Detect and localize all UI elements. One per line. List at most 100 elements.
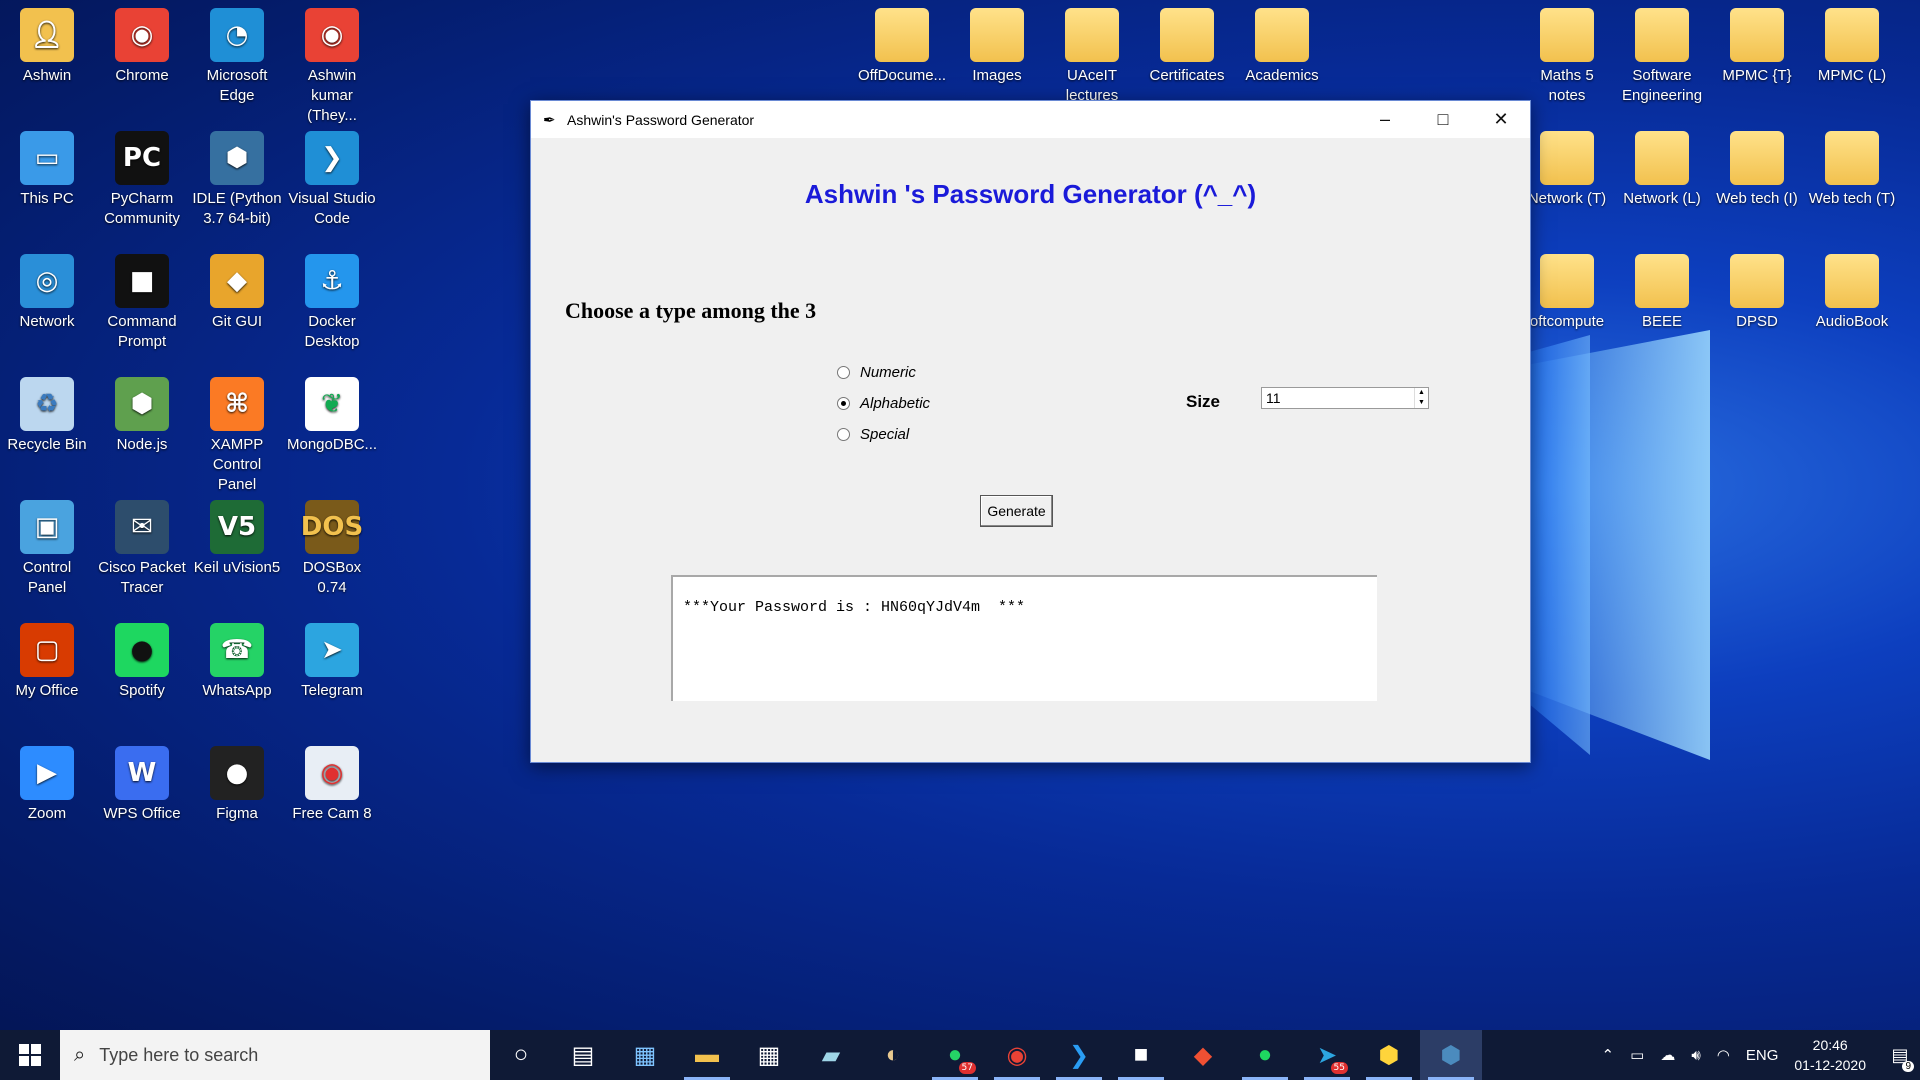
close-button[interactable]: ✕ — [1472, 101, 1530, 138]
clock-time: 20:46 — [1812, 1037, 1848, 1053]
desktop-icon[interactable]: DOS DOSBox 0.74 — [285, 492, 379, 598]
desktop-icon[interactable]: W WPS Office — [95, 738, 189, 824]
edge-icon: ◔ — [210, 8, 264, 62]
desktop-folder[interactable]: Maths 5 notes — [1520, 0, 1614, 106]
chevron-up-icon[interactable]: ⌃ — [1602, 1046, 1615, 1064]
search-box[interactable]: ⌕ Type here to search — [60, 1030, 490, 1080]
desktop-folder[interactable]: oftcompute — [1520, 246, 1614, 332]
size-value[interactable]: 11 — [1262, 388, 1414, 408]
desktop-icon[interactable]: V5 Keil uVision5 — [190, 492, 284, 578]
desktop-icon[interactable]: ▢ My Office — [0, 615, 94, 701]
python-app-taskbar-icon[interactable]: ⬢ — [1420, 1030, 1482, 1080]
recycle-bin-icon: ♻︎ — [20, 377, 74, 431]
title-bar[interactable]: ✒ Ashwin's Password Generator – □ ✕ — [531, 101, 1530, 138]
maximize-button[interactable]: □ — [1414, 101, 1472, 138]
battery-icon[interactable]: ▭ — [1630, 1046, 1644, 1064]
radio-special[interactable]: Special — [837, 426, 909, 443]
radio-alphabetic[interactable]: Alphabetic — [837, 395, 930, 412]
spin-up-icon[interactable]: ▲ — [1415, 388, 1428, 398]
desktop-icon[interactable]: ◉ Chrome — [95, 0, 189, 86]
desktop-folder[interactable]: UAceIT lectures — [1045, 0, 1139, 106]
desktop-folder[interactable]: DPSD — [1710, 246, 1804, 332]
desktop-icon[interactable]: ⬢ IDLE (Python 3.7 64-bit) — [190, 123, 284, 229]
window-title: Ashwin's Password Generator — [567, 111, 755, 128]
desktop-icon[interactable]: ⬢ Node.js — [95, 369, 189, 455]
desktop-icon-label: Free Cam 8 — [292, 805, 372, 822]
git-taskbar-icon[interactable]: ◆ — [1172, 1030, 1234, 1080]
desktop-icon[interactable]: ◔ Microsoft Edge — [190, 0, 284, 106]
desktop-icon[interactable]: ☎︎ WhatsApp — [190, 615, 284, 701]
sticky-icon[interactable]: ▰ — [800, 1030, 862, 1080]
clock[interactable]: 20:46 01-12-2020 — [1794, 1035, 1866, 1075]
feather-icon: ✒ — [543, 111, 556, 129]
language-indicator[interactable]: ENG — [1746, 1047, 1779, 1064]
app-heading: Ashwin 's Password Generator (^_^) — [804, 179, 1257, 209]
generate-button[interactable]: Generate — [980, 495, 1053, 527]
desktop-folder[interactable]: OffDocume... — [855, 0, 949, 86]
store-icon[interactable]: ▦ — [614, 1030, 676, 1080]
desktop-folder[interactable]: Software Engineering — [1615, 0, 1709, 106]
folder-icon — [1825, 131, 1879, 185]
radio-alphabetic-circle[interactable] — [837, 397, 850, 410]
desktop-icon[interactable]: ■ Command Prompt — [95, 246, 189, 352]
whatsapp-taskbar-icon[interactable]: ● 57 — [924, 1030, 986, 1080]
notification-center-icon[interactable]: ▤ 9 — [1880, 1045, 1920, 1072]
desktop-icon[interactable]: ♻︎ Recycle Bin — [0, 369, 94, 455]
file-explorer-icon[interactable]: ▬ — [676, 1030, 738, 1080]
desktop-icon[interactable]: ◎ Network — [0, 246, 94, 332]
size-spinbox[interactable]: 11 ▲ ▼ — [1261, 387, 1429, 409]
onedrive-icon[interactable]: ☁ — [1660, 1046, 1675, 1064]
desktop-icon[interactable]: ◆ Git GUI — [190, 246, 284, 332]
paint-icon[interactable]: ◐ — [862, 1030, 924, 1080]
desktop-icon[interactable]: ⌘ XAMPP Control Panel — [190, 369, 284, 495]
desktop-folder[interactable]: Academics — [1235, 0, 1329, 86]
password-output[interactable]: ***Your Password is : HN60qYJdV4m *** — [671, 575, 1377, 701]
desktop-icon[interactable]: ▶︎ Zoom — [0, 738, 94, 824]
radio-numeric-circle[interactable] — [837, 366, 850, 379]
desktop-folder[interactable]: Network (L) — [1615, 123, 1709, 209]
desktop-icon[interactable]: ▣ Control Panel — [0, 492, 94, 598]
desktop-icon[interactable]: ✉︎ Cisco Packet Tracer — [95, 492, 189, 598]
desktop-icon-label: Ashwin kumar (They... — [307, 67, 357, 124]
desktop-folder[interactable]: Images — [950, 0, 1044, 86]
desktop-folder[interactable]: Web tech (T) — [1805, 123, 1899, 209]
desktop-icon[interactable]: ⚓︎ Docker Desktop — [285, 246, 379, 352]
vscode-taskbar-icon[interactable]: ❯ — [1048, 1030, 1110, 1080]
desktop-icon[interactable]: ❦ MongoDBC... — [285, 369, 379, 455]
desktop-icon[interactable]: ◉ Free Cam 8 — [285, 738, 379, 824]
desktop-folder[interactable]: AudioBook — [1805, 246, 1899, 332]
spotify-taskbar-icon[interactable]: ● — [1234, 1030, 1296, 1080]
chrome-taskbar-icon[interactable]: ◉ — [986, 1030, 1048, 1080]
desktop-folder[interactable]: Certificates — [1140, 0, 1234, 86]
radio-special-circle[interactable] — [837, 428, 850, 441]
task-view-icon[interactable]: ▤ — [552, 1030, 614, 1080]
volume-icon[interactable]: 🔊︎ — [1691, 1047, 1700, 1064]
terminal-taskbar-icon[interactable]: ■ — [1110, 1030, 1172, 1080]
desktop-folder[interactable]: Network (T) — [1520, 123, 1614, 209]
computer-icon: ▭ — [20, 131, 74, 185]
desktop-icon[interactable]: 👤︎ Ashwin — [0, 0, 94, 86]
telegram-taskbar-icon[interactable]: ➤ 55 — [1296, 1030, 1358, 1080]
spin-arrows[interactable]: ▲ ▼ — [1414, 388, 1428, 408]
desktop-folder[interactable]: MPMC (L) — [1805, 0, 1899, 86]
cortana-icon[interactable]: ○ — [490, 1030, 552, 1080]
desktop-icon[interactable]: ◉ Ashwin kumar (They... — [285, 0, 379, 126]
wifi-icon[interactable]: ◠ — [1717, 1046, 1730, 1064]
radio-numeric[interactable]: Numeric — [837, 364, 916, 381]
minimize-button[interactable]: – — [1356, 101, 1414, 138]
desktop-folder[interactable]: BEEE — [1615, 246, 1709, 332]
desktop-icon[interactable]: ❯ Visual Studio Code — [285, 123, 379, 229]
python-idle-taskbar-icon[interactable]: ⬢ — [1358, 1030, 1420, 1080]
wallpaper-window-pane-edge — [1530, 335, 1590, 755]
desktop-folder[interactable]: Web tech (I) — [1710, 123, 1804, 209]
desktop-folder[interactable]: MPMC {T} — [1710, 0, 1804, 86]
desktop-icon[interactable]: ● Figma — [190, 738, 284, 824]
start-button[interactable] — [0, 1030, 60, 1080]
desktop-icon[interactable]: ➤ Telegram — [285, 615, 379, 701]
desktop-icon[interactable]: ▭ This PC — [0, 123, 94, 209]
desktop-icon[interactable]: PC PyCharm Community — [95, 123, 189, 229]
desktop-icon[interactable]: ● Spotify — [95, 615, 189, 701]
desktop-icon-label: My Office — [15, 682, 79, 699]
spin-down-icon[interactable]: ▼ — [1415, 398, 1428, 408]
calculator-icon[interactable]: ▦ — [738, 1030, 800, 1080]
